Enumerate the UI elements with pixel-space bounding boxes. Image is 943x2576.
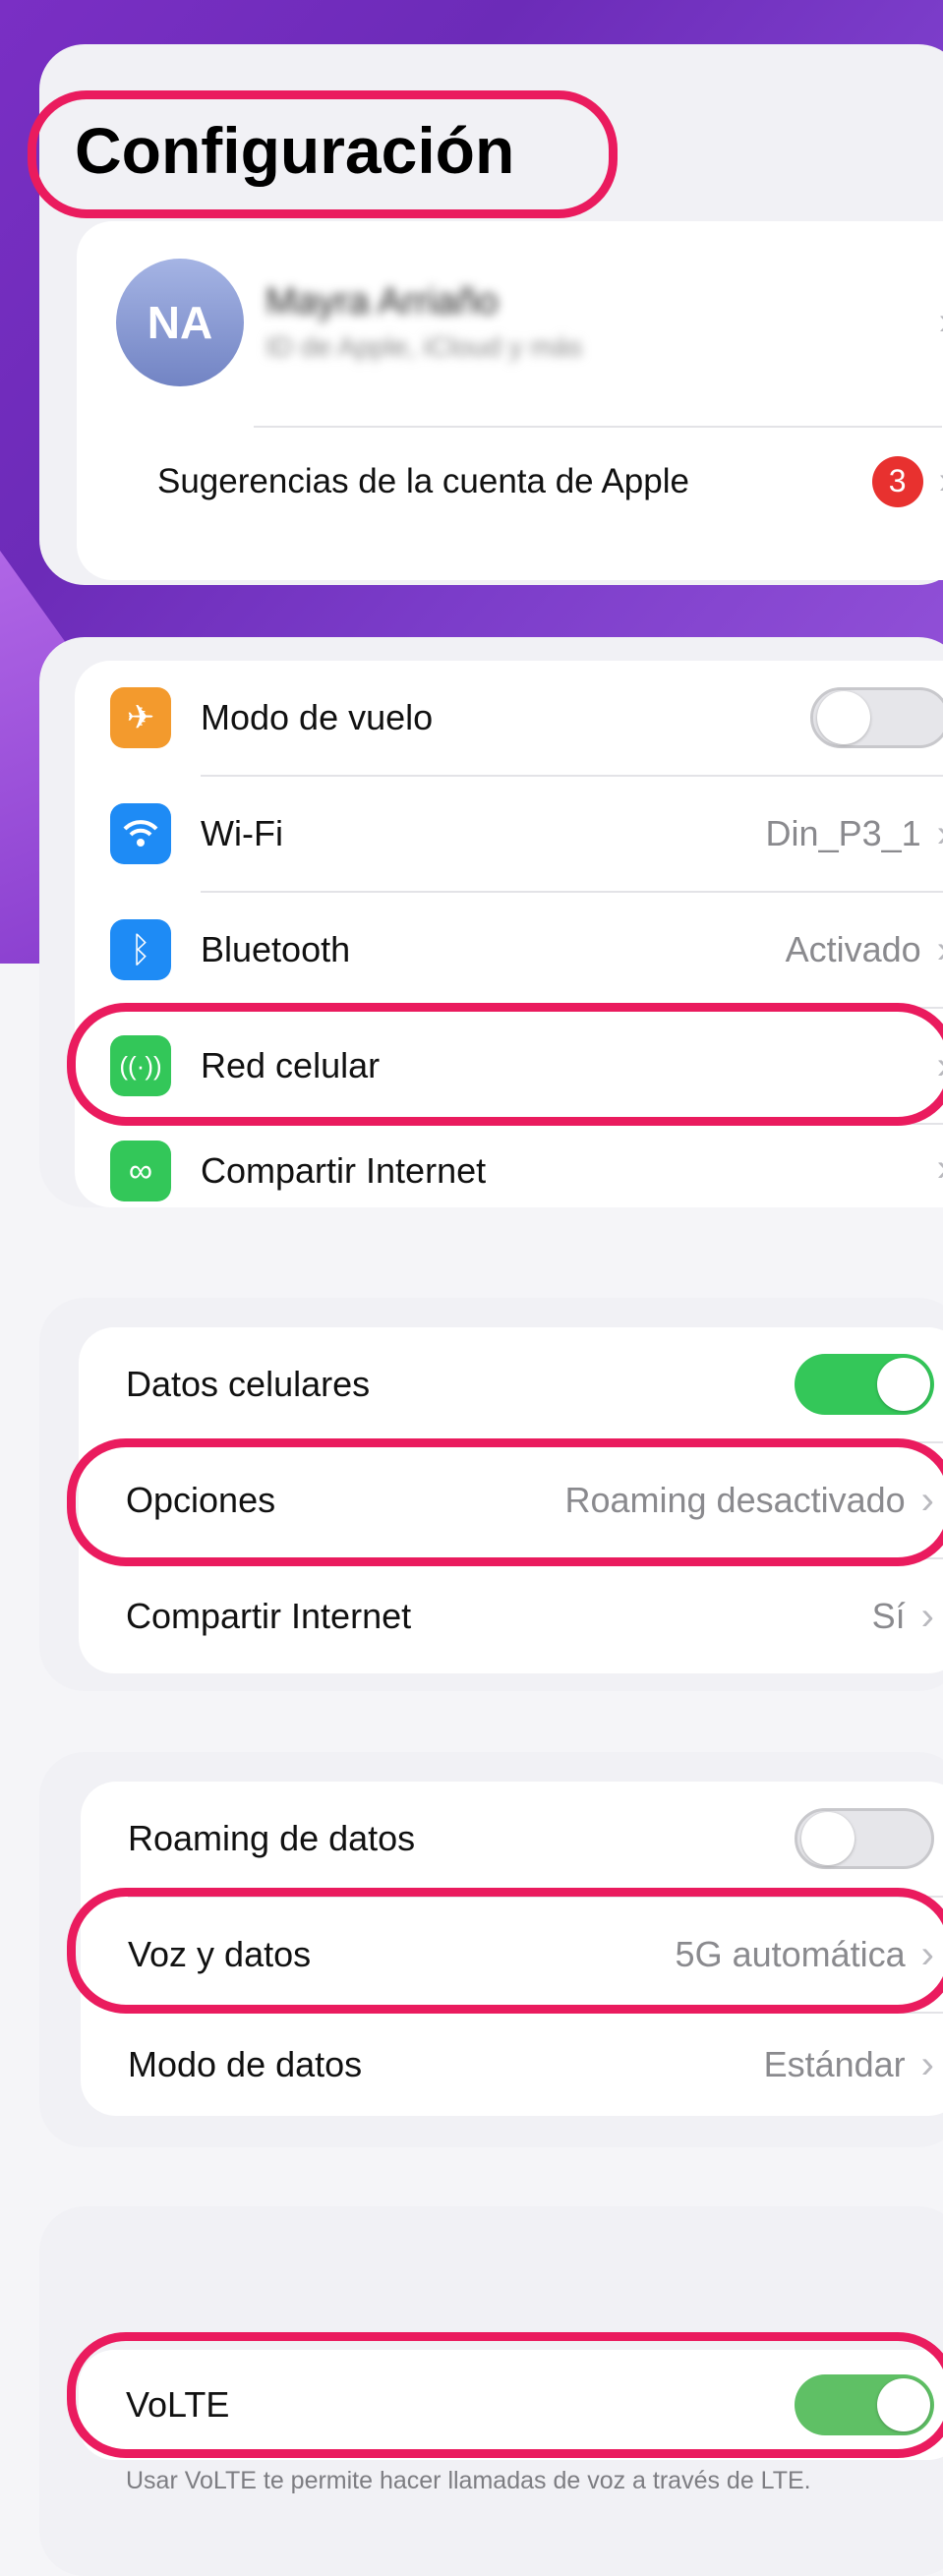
link-icon: ∞ xyxy=(110,1141,171,1201)
airplane-mode-row[interactable]: ✈ Modo de vuelo xyxy=(75,661,943,775)
options-value: Roaming desactivado xyxy=(564,1480,906,1520)
chevron-right-icon: › xyxy=(939,300,943,344)
cellular-data-label: Datos celulares xyxy=(126,1364,371,1404)
chevron-right-icon: › xyxy=(939,459,943,503)
volte-footnote: Usar VoLTE te permite hacer llamadas de … xyxy=(126,2467,811,2494)
account-row[interactable]: NA Mayra Arriaño ID de Apple, iCloud y m… xyxy=(77,251,943,393)
data-mode-row[interactable]: Modo de datos Estándar › xyxy=(81,2014,943,2116)
notification-badge: 3 xyxy=(871,455,923,507)
cellular-data-row[interactable]: Datos celulares xyxy=(79,1327,943,1441)
voice-data-value: 5G automática xyxy=(675,1934,906,1974)
personal-hotspot-label: Compartir Internet xyxy=(201,1150,487,1191)
volte-card: VoLTE xyxy=(79,2350,943,2460)
account-panel: Configuración NA Mayra Arriaño ID de App… xyxy=(39,44,943,585)
bluetooth-row[interactable]: ᛒ Bluetooth Activado › xyxy=(75,893,943,1007)
wifi-value: Din_P3_1 xyxy=(765,813,921,853)
account-subtitle: ID de Apple, iCloud y más xyxy=(265,331,583,362)
suggestions-label: Sugerencias de la cuenta de Apple xyxy=(157,461,689,500)
cellular-hotspot-label: Compartir Internet xyxy=(126,1596,412,1636)
cellular-data-toggle[interactable] xyxy=(795,1354,934,1415)
airplane-mode-toggle[interactable] xyxy=(810,687,943,748)
options-label: Opciones xyxy=(126,1480,276,1520)
account-card: NA Mayra Arriaño ID de Apple, iCloud y m… xyxy=(77,221,943,580)
options-panel: Roaming de datos Voz y datos 5G automáti… xyxy=(39,1752,943,2147)
chevron-right-icon: › xyxy=(937,812,943,856)
account-name: Mayra Arriaño xyxy=(265,281,499,322)
data-roaming-label: Roaming de datos xyxy=(128,1818,416,1858)
personal-hotspot-row[interactable]: ∞ Compartir Internet › xyxy=(75,1125,943,1223)
data-roaming-row[interactable]: Roaming de datos xyxy=(81,1782,943,1896)
volte-label: VoLTE xyxy=(126,2384,230,2425)
volte-toggle[interactable] xyxy=(795,2374,934,2435)
volte-row[interactable]: VoLTE xyxy=(79,2350,943,2460)
chevron-right-icon: › xyxy=(920,1478,934,1522)
antenna-icon: ((·)) xyxy=(110,1035,171,1096)
cellular-label: Red celular xyxy=(201,1045,381,1085)
data-mode-label: Modo de datos xyxy=(128,2044,363,2084)
options-row[interactable]: Opciones Roaming desactivado › xyxy=(79,1443,943,1557)
page-title: Configuración xyxy=(75,114,515,187)
settings-panel: ✈ Modo de vuelo Wi-Fi Din_P3_1 › ᛒ Bluet… xyxy=(39,637,943,1207)
volte-panel: VoLTE Usar VoLTE te permite hacer llamad… xyxy=(39,2206,943,2576)
bluetooth-label: Bluetooth xyxy=(201,929,351,969)
avatar-initials: NA xyxy=(147,296,213,348)
airplane-mode-label: Modo de vuelo xyxy=(201,697,434,737)
divider xyxy=(254,426,942,428)
chevron-right-icon: › xyxy=(920,2042,934,2086)
avatar: NA xyxy=(116,258,244,386)
suggestions-row[interactable]: Sugerencias de la cuenta de Apple 3 › xyxy=(77,430,943,533)
bluetooth-value: Activado xyxy=(785,929,921,969)
airplane-icon: ✈ xyxy=(110,687,171,748)
chevron-right-icon: › xyxy=(937,1044,943,1088)
settings-card: ✈ Modo de vuelo Wi-Fi Din_P3_1 › ᛒ Bluet… xyxy=(75,661,943,1207)
options-card: Roaming de datos Voz y datos 5G automáti… xyxy=(81,1782,943,2116)
wifi-row[interactable]: Wi-Fi Din_P3_1 › xyxy=(75,777,943,891)
cellular-card: Datos celulares Opciones Roaming desacti… xyxy=(79,1327,943,1673)
cellular-panel: Datos celulares Opciones Roaming desacti… xyxy=(39,1298,943,1691)
chevron-right-icon: › xyxy=(920,1932,934,1976)
wifi-icon xyxy=(110,803,171,864)
bluetooth-icon: ᛒ xyxy=(110,919,171,980)
data-mode-value: Estándar xyxy=(763,2044,906,2084)
cellular-row[interactable]: ((·)) Red celular › xyxy=(75,1009,943,1123)
chevron-right-icon: › xyxy=(937,1146,943,1191)
voice-data-label: Voz y datos xyxy=(128,1934,312,1974)
wifi-label: Wi-Fi xyxy=(201,813,283,853)
cellular-hotspot-value: Sí xyxy=(871,1596,906,1636)
chevron-right-icon: › xyxy=(920,1594,934,1638)
voice-data-row[interactable]: Voz y datos 5G automática › xyxy=(81,1898,943,2012)
data-roaming-toggle[interactable] xyxy=(795,1808,934,1869)
chevron-right-icon: › xyxy=(937,928,943,972)
cellular-hotspot-row[interactable]: Compartir Internet Sí › xyxy=(79,1559,943,1673)
